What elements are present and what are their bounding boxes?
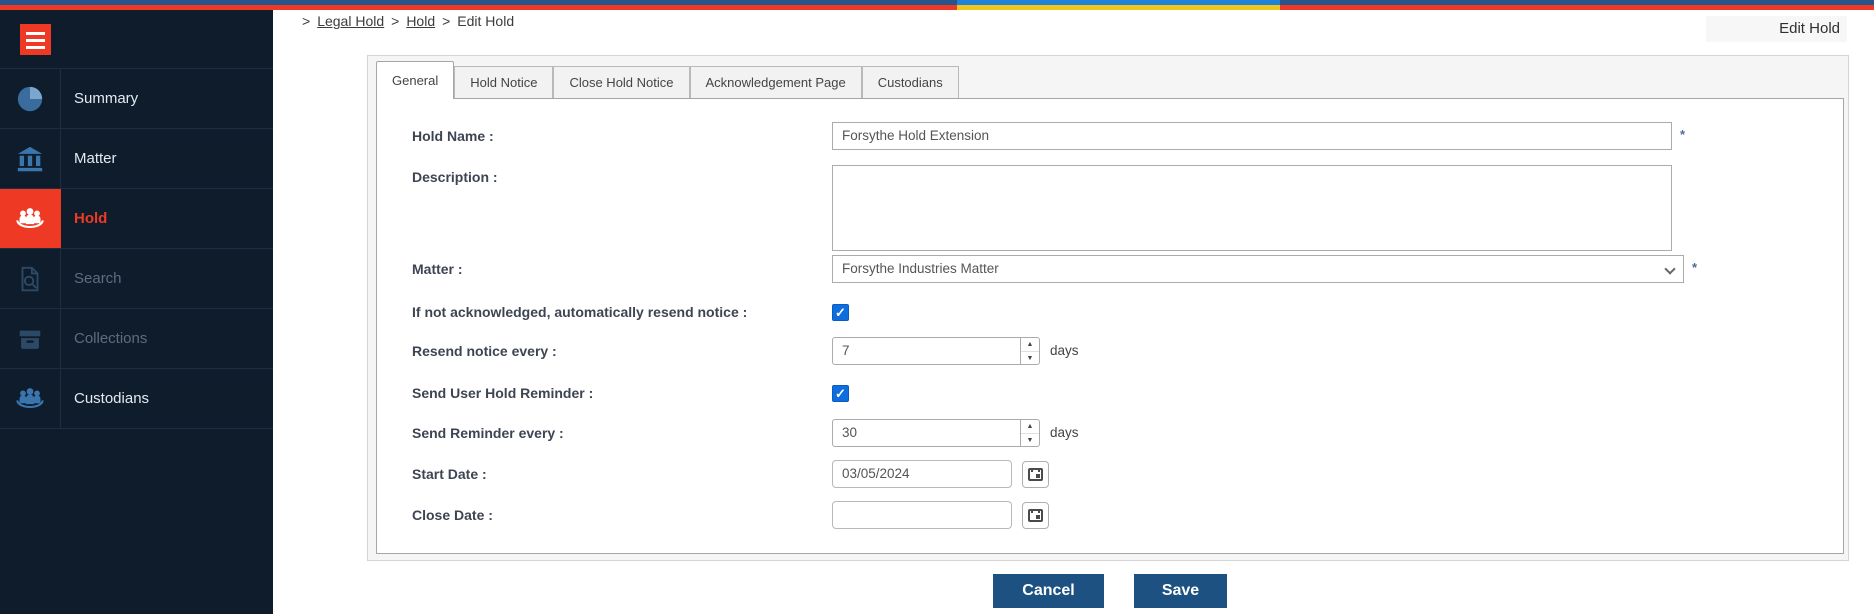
calendar-icon <box>1028 509 1043 522</box>
top-decorative-bar <box>0 0 1874 10</box>
topbar-red-stripe <box>0 5 1874 10</box>
tab-acknowledgement-page[interactable]: Acknowledgement Page <box>690 66 862 98</box>
breadcrumb-separator: > <box>391 13 399 29</box>
sidebar-item-hold[interactable]: Hold <box>0 189 273 249</box>
hold-name-input[interactable]: Forsythe Hold Extension <box>832 122 1672 150</box>
breadcrumb-separator: > <box>442 13 450 29</box>
tab-close-hold-notice[interactable]: Close Hold Notice <box>553 66 689 98</box>
reminder-every-stepper[interactable]: 30 ▲ ▼ <box>832 419 1040 447</box>
reminder-every-label: Send Reminder every : <box>412 424 822 442</box>
sidebar: Summary Matter <box>0 10 273 614</box>
start-date-input[interactable]: 03/05/2024 <box>832 460 1012 488</box>
sidebar-item-label: Matter <box>61 129 117 188</box>
spinner-up-icon[interactable]: ▲ <box>1021 420 1039 433</box>
breadcrumb-link-hold[interactable]: Hold <box>406 13 435 29</box>
matter-label: Matter : <box>412 260 822 278</box>
calendar-icon <box>1028 468 1043 481</box>
sidebar-item-label: Custodians <box>61 369 149 428</box>
auto-resend-checkbox[interactable] <box>832 304 849 321</box>
hold-name-label: Hold Name : <box>412 127 822 145</box>
reminder-every-value: 30 <box>842 420 857 446</box>
hamburger-menu-button[interactable] <box>20 24 51 55</box>
sidebar-item-label: Collections <box>61 309 147 368</box>
send-reminder-checkbox[interactable] <box>832 385 849 402</box>
sidebar-item-summary[interactable]: Summary <box>0 69 273 129</box>
breadcrumb-prefix: > <box>302 13 310 29</box>
sidebar-item-matter[interactable]: Matter <box>0 129 273 189</box>
sidebar-item-label: Hold <box>61 189 107 248</box>
sidebar-item-search[interactable]: Search <box>0 249 273 309</box>
tab-strip: General Hold Notice Close Hold Notice Ac… <box>376 60 959 98</box>
people-group-icon <box>13 204 47 234</box>
resend-every-suffix: days <box>1050 337 1079 365</box>
breadcrumb-current: Edit Hold <box>457 13 514 29</box>
send-reminder-label: Send User Hold Reminder : <box>412 384 822 402</box>
archive-box-icon <box>15 324 45 354</box>
sidebar-nav: Summary Matter <box>0 68 273 429</box>
required-asterisk: * <box>1692 260 1697 275</box>
topbar-accent-yellow-segment <box>957 5 1280 10</box>
cancel-button[interactable]: Cancel <box>993 574 1104 608</box>
auto-resend-label: If not acknowledged, automatically resen… <box>412 303 822 321</box>
reminder-every-suffix: days <box>1050 419 1079 447</box>
matter-select[interactable]: Forsythe Industries Matter <box>832 255 1684 283</box>
general-tab-form: Hold Name : Forsythe Hold Extension * De… <box>376 98 1844 554</box>
tab-hold-notice[interactable]: Hold Notice <box>454 66 553 98</box>
spinner-down-icon[interactable]: ▼ <box>1021 433 1039 446</box>
description-label: Description : <box>412 168 822 186</box>
hamburger-icon <box>26 32 45 35</box>
close-date-calendar-button[interactable] <box>1022 502 1049 529</box>
spinner-down-icon[interactable]: ▼ <box>1021 351 1039 364</box>
bank-icon <box>15 144 45 174</box>
start-date-calendar-button[interactable] <box>1022 461 1049 488</box>
pie-chart-icon <box>15 84 45 114</box>
close-date-input[interactable] <box>832 501 1012 529</box>
document-search-icon <box>15 264 45 294</box>
tab-custodians[interactable]: Custodians <box>862 66 959 98</box>
chevron-down-icon <box>1664 263 1675 274</box>
custodians-group-icon <box>13 384 47 414</box>
breadcrumb-link-legal-hold[interactable]: Legal Hold <box>317 13 384 29</box>
resend-every-value: 7 <box>842 338 850 364</box>
page-title: Edit Hold <box>1706 16 1847 42</box>
sidebar-item-label: Search <box>61 249 122 308</box>
tab-general[interactable]: General <box>376 61 454 99</box>
required-asterisk: * <box>1680 127 1685 142</box>
sidebar-item-custodians[interactable]: Custodians <box>0 369 273 429</box>
resend-every-label: Resend notice every : <box>412 342 822 360</box>
close-date-label: Close Date : <box>412 506 822 524</box>
description-textarea[interactable] <box>832 165 1672 251</box>
matter-select-value: Forsythe Industries Matter <box>842 261 999 276</box>
edit-hold-panel: General Hold Notice Close Hold Notice Ac… <box>367 55 1849 561</box>
spinner-up-icon[interactable]: ▲ <box>1021 338 1039 351</box>
breadcrumb: > Legal Hold > Hold > Edit Hold <box>302 13 514 29</box>
sidebar-item-collections[interactable]: Collections <box>0 309 273 369</box>
start-date-label: Start Date : <box>412 465 822 483</box>
sidebar-item-label: Summary <box>61 69 138 128</box>
save-button[interactable]: Save <box>1134 574 1227 608</box>
resend-every-stepper[interactable]: 7 ▲ ▼ <box>832 337 1040 365</box>
